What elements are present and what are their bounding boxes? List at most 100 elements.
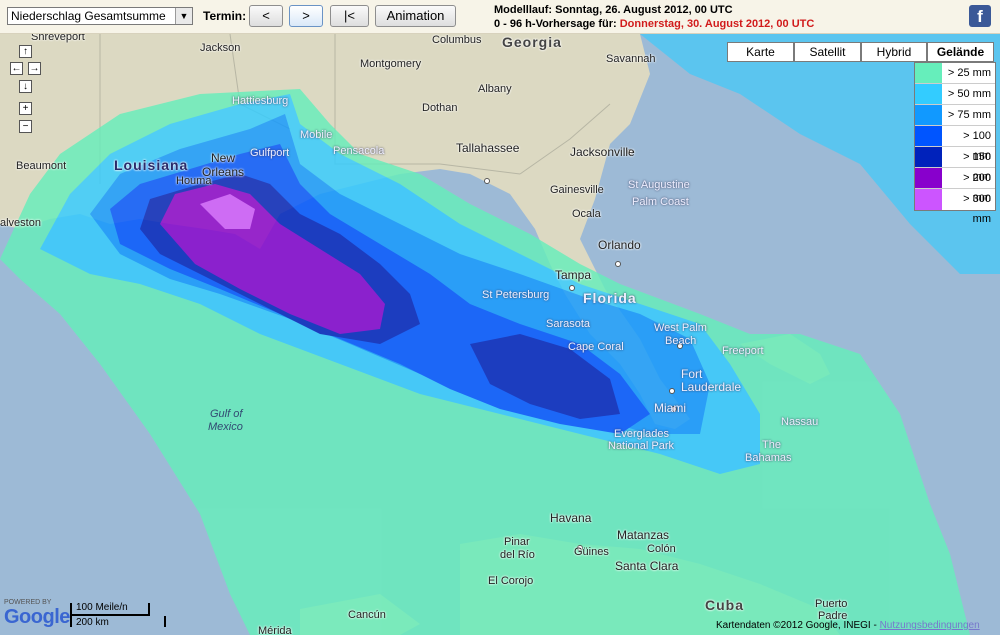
map-label-orlando: Orlando [598,238,641,252]
map-label-dothan: Dothan [422,102,458,114]
map-label-shreveport: Shreveport [31,34,85,43]
map-label-columbus: Columbus [432,34,482,46]
map-label-beach: Beach [665,335,697,347]
map-label-houma: Houma [176,175,212,187]
legend-label: > 50 mm [947,88,991,100]
map-type-control: Karte Satellit Hybrid Gelände [727,42,994,62]
legend-swatch [915,147,942,167]
forecast-date: Donnerstag, 30. August 2012, 00 UTC [619,18,815,30]
map-label-gulf-of: Gulf of [210,408,243,420]
zoom-out-button[interactable]: − [19,120,32,133]
legend-row: > 100 mm [915,126,995,162]
scale-metric: 200 km [70,616,166,628]
parameter-select-value: Niederschlag Gesamtsumme [11,9,166,23]
legend-label: > 300 mm [963,193,991,225]
map-label-havana: Havana [550,511,592,525]
legend-swatch [915,168,942,188]
first-button[interactable]: |< [330,5,369,27]
map-label-cancun: Cancún [348,609,386,621]
copyright-text: Kartendaten ©2012 Google, INEGI - [716,620,880,631]
terms-link[interactable]: Nutzungsbedingungen [880,620,980,631]
google-wordmark: Google [4,606,70,628]
legend-label: > 150 mm [963,151,991,183]
map-label-freeport: Freeport [722,345,764,357]
pan-up-button[interactable]: ↑ [19,45,32,58]
termin-label: Termin: [203,9,247,23]
map-label-del-rio: del Río [500,549,535,561]
map-label-tallahassee: Tallahassee [456,141,520,155]
map-label-lauderdale: Lauderdale [681,380,742,394]
map-label-jackson: Jackson [200,42,241,54]
map-type-gelaende[interactable]: Gelände [927,42,994,62]
precipitation-legend: > 25 mm > 50 mm > 75 mm > 100 mm > 150 mm > 2… [914,62,996,225]
map-label-colon: Colón [647,543,676,555]
map-label-merida: Mérida [258,625,292,635]
legend-row: > 75 mm [915,105,995,126]
parameter-select[interactable]: Niederschlag Gesamtsumme ▼ [7,7,193,25]
map-label-gainesville: Gainesville [550,184,604,196]
pan-left-button[interactable]: ← [10,62,23,75]
map-label-el-corojo: El Corojo [488,575,534,587]
legend-swatch [915,105,942,125]
legend-row: > 25 mm [915,63,995,84]
map-label-savannah: Savannah [606,53,656,65]
google-logo[interactable]: POWERED BY Google [4,599,70,629]
map-label-georgia: Georgia [502,34,562,50]
legend-swatch [915,126,942,146]
scale-imperial: 100 Meile/n [70,603,150,616]
forecast-prefix: 0 - 96 h-Vorhersage für: [494,18,620,30]
map-label-beaumont: Beaumont [16,160,67,172]
legend-row: > 200 mm [915,168,995,204]
map-label-pensacola: Pensacola [333,145,385,157]
map-label-palm-coast: Palm Coast [632,196,689,208]
zoom-in-button[interactable]: + [19,102,32,115]
map-label-national-park: National Park [608,440,675,452]
map-label-montgomery: Montgomery [360,58,422,70]
legend-label: > 25 mm [947,67,991,79]
map-label-miami: Miami [654,401,686,415]
map-label-west-palm: West Palm [654,322,707,334]
pan-down-button[interactable]: ↓ [19,80,32,93]
legend-swatch [915,84,942,104]
chevron-down-icon[interactable]: ▼ [175,8,192,24]
map-label-hattiesburg: Hattiesburg [232,95,289,107]
map-label-florida: Florida [583,290,637,306]
map-label-guines: Güines [574,546,609,558]
animation-button[interactable]: Animation [375,5,456,27]
map-attribution: Kartendaten ©2012 Google, INEGI - Nutzun… [716,620,980,631]
map-label-sarasota: Sarasota [546,318,591,330]
map-label-the: The [762,439,781,451]
model-run-info: Modelllauf: Sonntag, 26. August 2012, 00… [494,4,733,16]
map-label-mobile: Mobile [300,129,333,141]
map-label-bahamas: Bahamas [745,452,792,464]
map-label-mexico: Mexico [208,421,243,433]
map-label-alveston: alveston [0,217,41,229]
map-label-cuba: Cuba [705,597,744,613]
legend-swatch [915,189,942,210]
map-type-karte[interactable]: Karte [727,42,794,62]
map-label-puerto: Puerto [815,598,848,610]
map-label-jacksonville: Jacksonville [570,145,635,159]
map-label-pinar: Pinar [504,536,530,548]
toolbar: Niederschlag Gesamtsumme ▼ Termin: < > |… [0,0,1000,34]
previous-button[interactable]: < [249,5,283,27]
map-label-cape-coral: Cape Coral [568,341,624,353]
map-type-satellit[interactable]: Satellit [794,42,861,62]
next-button[interactable]: > [289,5,323,27]
facebook-icon[interactable]: f [969,5,991,27]
map-label-gulfport: Gulfport [250,147,290,159]
map-scale: 100 Meile/n 200 km [70,603,166,628]
map-label-st-augustine: St Augustine [628,179,690,191]
map-label-fort: Fort [681,367,703,381]
map-type-hybrid[interactable]: Hybrid [861,42,927,62]
map-label-albany: Albany [478,83,512,95]
map-label-new: New [211,151,236,165]
legend-label: > 75 mm [947,109,991,121]
legend-swatch [915,63,942,83]
map[interactable]: Shreveport Jackson Columbus Georgia Sava… [0,34,1000,635]
map-label-tampa: Tampa [555,268,592,282]
legend-label: > 100 mm [963,130,991,162]
legend-row: > 300 mm [915,189,995,225]
map-label-everglades: Everglades [614,428,670,440]
pan-right-button[interactable]: → [28,62,41,75]
